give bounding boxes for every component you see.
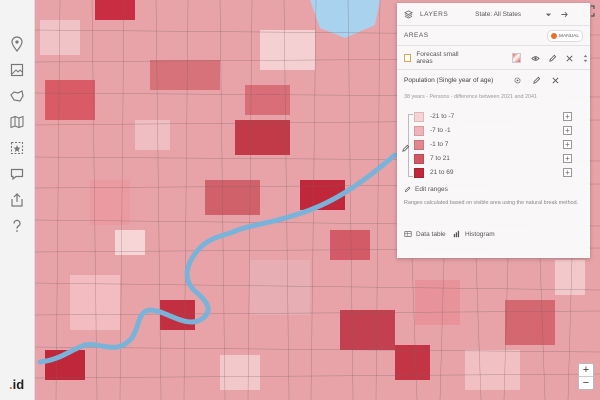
- add-range-button[interactable]: +: [563, 112, 572, 121]
- brand-logo: .id: [9, 377, 24, 392]
- legend-label: -1 to 7: [430, 141, 449, 148]
- add-range-button[interactable]: +: [563, 140, 572, 149]
- manual-label: MANUAL: [559, 33, 579, 39]
- help-icon[interactable]: [5, 214, 29, 238]
- legend-swatch: [414, 167, 424, 178]
- data-table-button[interactable]: Data table: [404, 230, 446, 238]
- legend-item: -1 to 7: [414, 139, 448, 150]
- dropdown-icon[interactable]: [544, 10, 553, 19]
- legend-item: 21 to 69: [414, 167, 454, 178]
- area-select-icon[interactable]: [5, 136, 29, 160]
- legend-swatch: [414, 111, 424, 122]
- range-note: Ranges calculated based on visible area …: [404, 200, 579, 206]
- palette-icon[interactable]: [401, 140, 410, 152]
- population-row: Population (Single year of age): [397, 72, 590, 88]
- zoom-control: + −: [578, 363, 594, 390]
- share-icon[interactable]: [5, 188, 29, 212]
- add-range-button[interactable]: +: [563, 126, 572, 135]
- legend-label: 21 to 69: [430, 169, 454, 176]
- sidebar: .id: [0, 0, 35, 400]
- add-range-button[interactable]: +: [563, 154, 572, 163]
- eye-icon[interactable]: [531, 54, 540, 63]
- legend-label: 7 to 21: [430, 155, 450, 162]
- close-icon[interactable]: [565, 54, 574, 63]
- legend-swatch: [414, 153, 424, 164]
- histogram-label: Histogram: [465, 230, 495, 238]
- edit-ranges-link[interactable]: Edit ranges: [404, 186, 448, 193]
- legend-label: -7 to -1: [430, 127, 451, 134]
- table-icon: [404, 230, 412, 238]
- comment-icon[interactable]: [5, 162, 29, 186]
- population-title: Population (Single year of age): [404, 76, 494, 84]
- manual-toggle[interactable]: MANUAL: [547, 30, 583, 42]
- legend-swatch: [414, 139, 424, 150]
- logo-text: id: [12, 377, 25, 392]
- panel-header: LAYERS State: All States: [397, 3, 590, 26]
- legend-item: -21 to -7: [414, 111, 454, 122]
- location-pin-icon[interactable]: [5, 32, 29, 56]
- areas-title: AREAS: [404, 31, 429, 39]
- legend-item: -7 to -1: [414, 125, 451, 136]
- drag-icon[interactable]: [581, 54, 590, 63]
- boundary-icon[interactable]: [5, 84, 29, 108]
- pencil-icon[interactable]: [548, 54, 557, 63]
- edit-ranges-label: Edit ranges: [415, 186, 448, 193]
- histogram-button[interactable]: Histogram: [453, 230, 495, 238]
- forecast-checkbox[interactable]: [404, 54, 412, 62]
- forecast-layer-row: Forecast small areas: [397, 47, 590, 70]
- legend-item: 7 to 21: [414, 153, 450, 164]
- subtitle: 38 years - Persons - difference between …: [404, 94, 537, 100]
- edit-ranges-icon: [404, 186, 411, 193]
- image-layer-icon[interactable]: [5, 58, 29, 82]
- forecast-label: Forecast small areas: [416, 51, 459, 65]
- zoom-in-button[interactable]: +: [579, 364, 593, 377]
- layers-title: LAYERS: [420, 10, 449, 18]
- edit-icon[interactable]: [532, 76, 541, 85]
- histogram-icon: [453, 230, 461, 238]
- data-table-label: Data table: [416, 230, 446, 238]
- state-selector[interactable]: State: All States: [475, 11, 521, 18]
- layers-icon: [404, 9, 413, 19]
- add-range-button[interactable]: +: [563, 168, 572, 177]
- close-icon[interactable]: [551, 76, 560, 85]
- arrow-icon[interactable]: [560, 10, 569, 19]
- map-icon[interactable]: [5, 110, 29, 134]
- legend-swatch: [414, 125, 424, 136]
- layer-thumbnail: [511, 53, 521, 63]
- gear-icon[interactable]: [513, 76, 522, 85]
- legend-label: -21 to -7: [430, 113, 455, 120]
- manual-indicator: [551, 33, 557, 39]
- zoom-out-button[interactable]: −: [579, 377, 593, 389]
